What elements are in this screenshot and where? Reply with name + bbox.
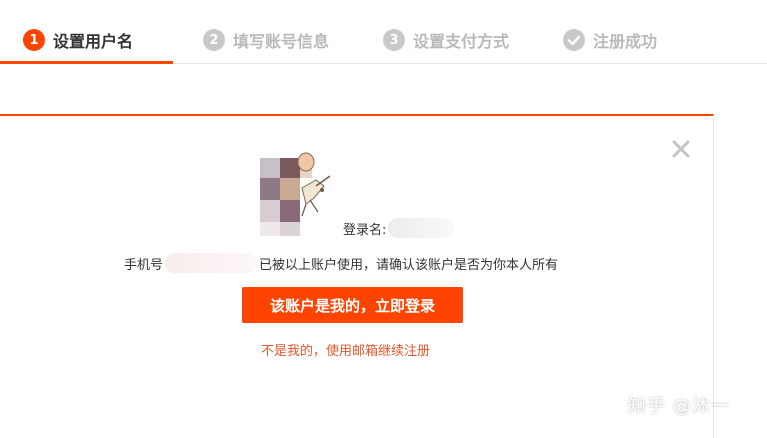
account-exists-dialog (0, 114, 714, 438)
login-name-row: 登录名: (343, 216, 455, 240)
step-fill-account-info: 2 填写账号信息 (203, 28, 329, 52)
step-number-badge: 3 (383, 29, 405, 51)
check-circle-icon (563, 29, 585, 51)
login-name-label: 登录名: (343, 222, 387, 238)
step-set-username: 1 设置用户名 (23, 28, 133, 52)
step-set-payment: 3 设置支付方式 (383, 28, 509, 52)
user-avatar (258, 146, 340, 238)
step-label: 注册成功 (593, 32, 658, 51)
registration-steps: 1 设置用户名 2 填写账号信息 3 设置支付方式 注册成功 (0, 0, 767, 64)
login-with-this-account-button[interactable]: 该账户是我的，立即登录 (242, 287, 463, 323)
step-register-success: 注册成功 (563, 28, 657, 52)
watermark: 知乎 @沐一 (628, 396, 730, 417)
step-number-badge: 2 (203, 29, 225, 51)
step-label: 填写账号信息 (233, 32, 330, 51)
redacted-phone-number (165, 253, 258, 273)
step-label: 设置支付方式 (413, 32, 510, 51)
step-label: 设置用户名 (53, 32, 134, 51)
close-icon[interactable] (670, 138, 692, 160)
phone-prefix-label: 手机号 (124, 257, 164, 273)
active-step-underline (0, 61, 173, 64)
phone-notice-text: 已被以上账户使用，请确认该账户是否为你本人所有 (259, 257, 559, 273)
phone-notice-row: 手机号 已被以上账户使用，请确认该账户是否为你本人所有 (124, 251, 558, 275)
redacted-login-name (388, 218, 455, 238)
continue-with-email-link[interactable]: 不是我的，使用邮箱继续注册 (261, 340, 430, 359)
step-number-badge: 1 (23, 29, 45, 51)
